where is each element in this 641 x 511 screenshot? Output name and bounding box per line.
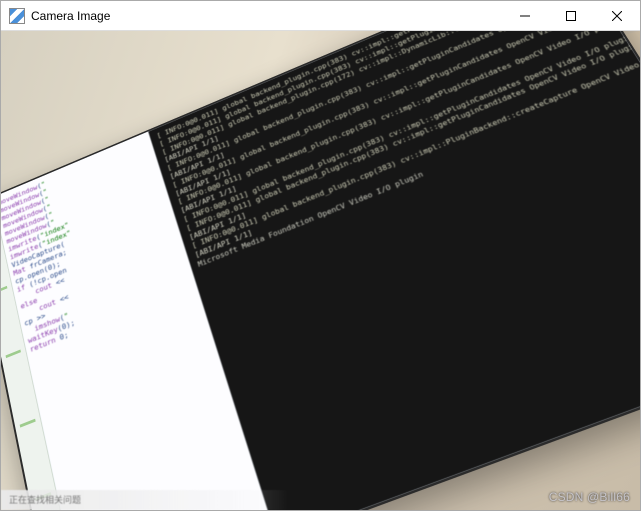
app-icon	[9, 8, 25, 24]
minimize-icon	[520, 11, 530, 21]
watermark-text: CSDN @Bill66	[549, 490, 630, 504]
close-icon	[612, 11, 622, 21]
maximize-button[interactable]	[548, 1, 594, 30]
close-button[interactable]	[594, 1, 640, 30]
app-window: Camera Image moveWindow("moveWindow("mov	[0, 0, 641, 511]
titlebar[interactable]: Camera Image	[1, 1, 640, 31]
photographed-screen: moveWindow("moveWindow("moveWindow("move…	[1, 31, 640, 510]
minimize-button[interactable]	[502, 1, 548, 30]
client-area: moveWindow("moveWindow("moveWindow("move…	[1, 31, 640, 510]
maximize-icon	[566, 11, 576, 21]
window-controls	[502, 1, 640, 30]
taskbar-fragment: 正在查找相关问题	[1, 490, 289, 510]
photographed-monitor: moveWindow("moveWindow("moveWindow("move…	[1, 31, 640, 510]
window-title: Camera Image	[31, 9, 502, 23]
camera-feed: moveWindow("moveWindow("moveWindow("move…	[1, 31, 640, 510]
